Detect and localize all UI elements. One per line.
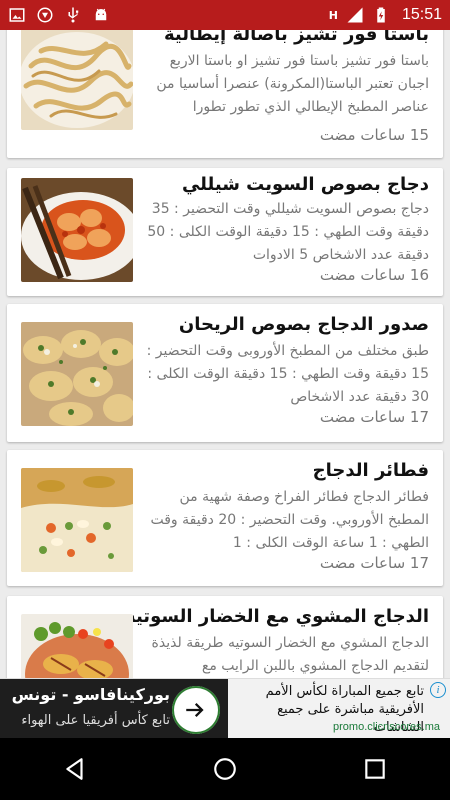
recents-square-icon xyxy=(365,759,385,779)
recipe-description: باستا فور تشيز باستا فور تشيز او باستا ا… xyxy=(156,53,429,115)
ad-title: بوركينافاسو - تونس xyxy=(11,685,170,704)
recipe-time: 17 ساعات مضت xyxy=(319,408,429,426)
navigation-bar xyxy=(0,738,450,800)
pasta-photo xyxy=(21,30,133,130)
ad-info-icon[interactable]: i xyxy=(430,682,446,698)
battery-charging-icon xyxy=(372,6,390,24)
recipe-time: 16 ساعات مضت xyxy=(319,266,429,284)
usb-icon xyxy=(64,6,82,24)
grilled-chicken-photo xyxy=(21,614,133,678)
recipe-card[interactable]: دجاج بصوص السويت شيللي دجاج بصوص السويت … xyxy=(7,168,443,296)
recipe-description: الدجاج المشوي مع الخضار السوتيه طريقة لذ… xyxy=(151,635,429,674)
ad-arrow-button[interactable] xyxy=(172,686,220,734)
ad-banner[interactable]: بوركينافاسو - تونس تابع كأس أفريقيا على … xyxy=(0,678,450,739)
recipe-title: باستا فور تشيز باصالة إيطالية xyxy=(163,30,429,45)
recipe-title: فطائر الدجاج xyxy=(312,460,429,481)
recipe-description: فطائر الدجاج فطائر الفراخ وصفة شهية من ا… xyxy=(150,489,429,551)
image-icon xyxy=(8,6,26,24)
back-triangle-icon xyxy=(66,758,83,780)
basil-chicken-photo xyxy=(21,322,133,426)
home-circle-icon xyxy=(214,758,236,780)
recipe-card[interactable]: الدجاج المشوي مع الخضار السوتيه الدجاج ا… xyxy=(7,596,443,678)
ad-subtitle: تابع كأس أفريقيا على الهواء xyxy=(21,713,170,728)
recipe-title: صدور الدجاج بصوص الريحان xyxy=(178,314,429,335)
network-type-label: H xyxy=(328,8,338,22)
recipe-card[interactable]: باستا فور تشيز باصالة إيطالية باستا فور … xyxy=(7,30,443,158)
signal-icon xyxy=(346,6,364,24)
recipe-feed[interactable]: باستا فور تشيز باصالة إيطالية باستا فور … xyxy=(0,30,450,678)
recipe-time: 15 ساعات مضت xyxy=(319,126,429,144)
chicken-pie-photo xyxy=(21,468,133,572)
home-button[interactable] xyxy=(195,739,255,799)
shield-icon xyxy=(36,6,54,24)
recipe-time: 17 ساعات مضت xyxy=(319,554,429,572)
recipe-card[interactable]: صدور الدجاج بصوص الريحان طبق مختلف من ال… xyxy=(7,304,443,442)
arrow-right-icon xyxy=(186,702,204,718)
sweet-chili-chicken-photo xyxy=(21,178,133,282)
android-icon xyxy=(92,6,110,24)
recipe-description: دجاج بصوص السويت شيللي وقت التحضير : 35 … xyxy=(147,201,429,263)
recipe-title: دجاج بصوص السويت شيللي xyxy=(181,174,429,195)
recents-button[interactable] xyxy=(345,739,405,799)
recipe-title: الدجاج المشوي مع الخضار السوتيه xyxy=(125,606,429,627)
back-button[interactable] xyxy=(45,739,105,799)
ad-url[interactable]: promo.clicnscores.ma xyxy=(333,721,440,733)
status-clock: 15:51 xyxy=(401,6,442,23)
recipe-description: طبق مختلف من المطبخ الأوروبى وقت التحضير… xyxy=(146,343,429,405)
status-bar: H 15:51 xyxy=(0,0,450,30)
recipe-card[interactable]: فطائر الدجاج فطائر الدجاج فطائر الفراخ و… xyxy=(7,450,443,586)
